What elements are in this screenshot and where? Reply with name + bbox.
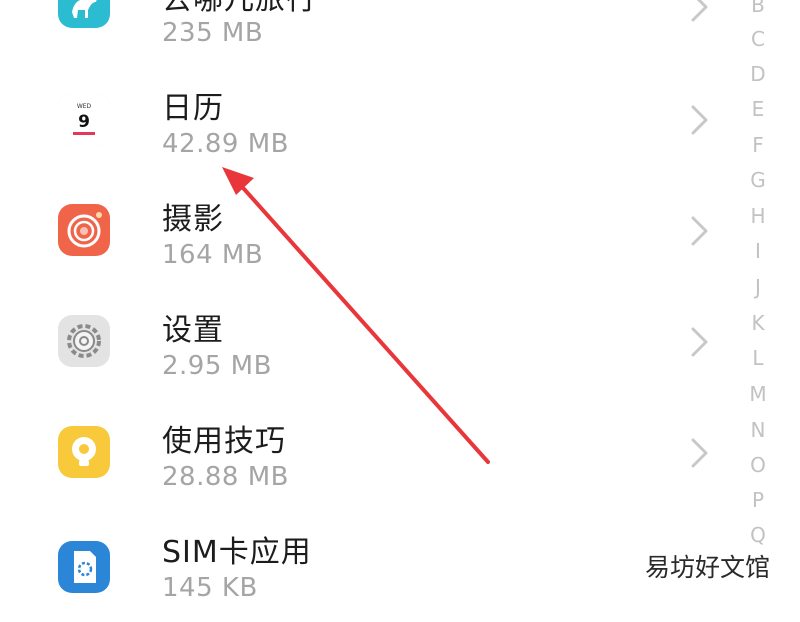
app-name: SIM卡应用 xyxy=(162,535,312,570)
app-name: 去哪儿旅行 xyxy=(162,0,317,18)
app-name: 设置 xyxy=(162,313,224,348)
app-row-5[interactable]: SIM卡应用 145 KB xyxy=(0,511,730,622)
index-letter[interactable]: H xyxy=(742,204,774,228)
app-name: 日历 xyxy=(162,91,224,126)
calendar-day: 9 xyxy=(78,112,90,132)
index-letter[interactable]: B xyxy=(742,0,774,17)
watermark-text: 易坊好文馆 xyxy=(645,553,771,582)
app-size: 145 KB xyxy=(162,573,258,603)
index-letter[interactable]: G xyxy=(742,168,774,192)
app-size: 164 MB xyxy=(162,240,264,270)
index-letter[interactable]: L xyxy=(742,346,774,370)
chevron-right-icon xyxy=(684,436,714,470)
app-size: 235 MB xyxy=(162,18,264,48)
chevron-right-icon xyxy=(684,325,714,359)
index-letter[interactable]: O xyxy=(742,453,774,477)
app-row-1[interactable]: WED 9 日历 42.89 MB xyxy=(0,67,730,178)
index-letter[interactable]: F xyxy=(742,133,774,157)
index-letter[interactable]: Q xyxy=(742,523,774,547)
app-size: 28.88 MB xyxy=(162,462,289,492)
index-letter[interactable]: I xyxy=(742,239,774,263)
app-row-2[interactable]: 摄影 164 MB xyxy=(0,178,730,289)
index-letter[interactable]: E xyxy=(742,97,774,121)
calendar-icon: WED 9 xyxy=(58,93,110,145)
lightbulb-icon xyxy=(58,426,110,478)
app-size: 2.95 MB xyxy=(162,351,272,381)
index-letter[interactable]: C xyxy=(742,27,774,51)
index-letter[interactable]: M xyxy=(742,382,774,406)
gear-icon xyxy=(58,315,110,367)
app-row-4[interactable]: 使用技巧 28.88 MB xyxy=(0,400,730,511)
svg-text:WED: WED xyxy=(77,103,92,110)
chevron-right-icon xyxy=(684,214,714,248)
app-row-3[interactable]: 设置 2.95 MB xyxy=(0,289,730,400)
chevron-right-icon xyxy=(684,103,714,137)
camel-icon xyxy=(58,0,110,28)
index-letter[interactable]: K xyxy=(742,311,774,335)
app-name: 使用技巧 xyxy=(162,424,286,459)
sim-card-icon xyxy=(58,541,110,593)
app-name: 摄影 xyxy=(162,202,224,237)
chevron-right-icon xyxy=(684,0,714,24)
index-letter[interactable]: J xyxy=(742,275,774,299)
camera-icon xyxy=(58,204,110,256)
app-row-0[interactable]: 去哪儿旅行 235 MB xyxy=(0,0,730,67)
index-letter[interactable]: P xyxy=(742,488,774,512)
index-letter[interactable]: N xyxy=(742,418,774,442)
index-letter[interactable]: D xyxy=(742,62,774,86)
app-size: 42.89 MB xyxy=(162,129,289,159)
